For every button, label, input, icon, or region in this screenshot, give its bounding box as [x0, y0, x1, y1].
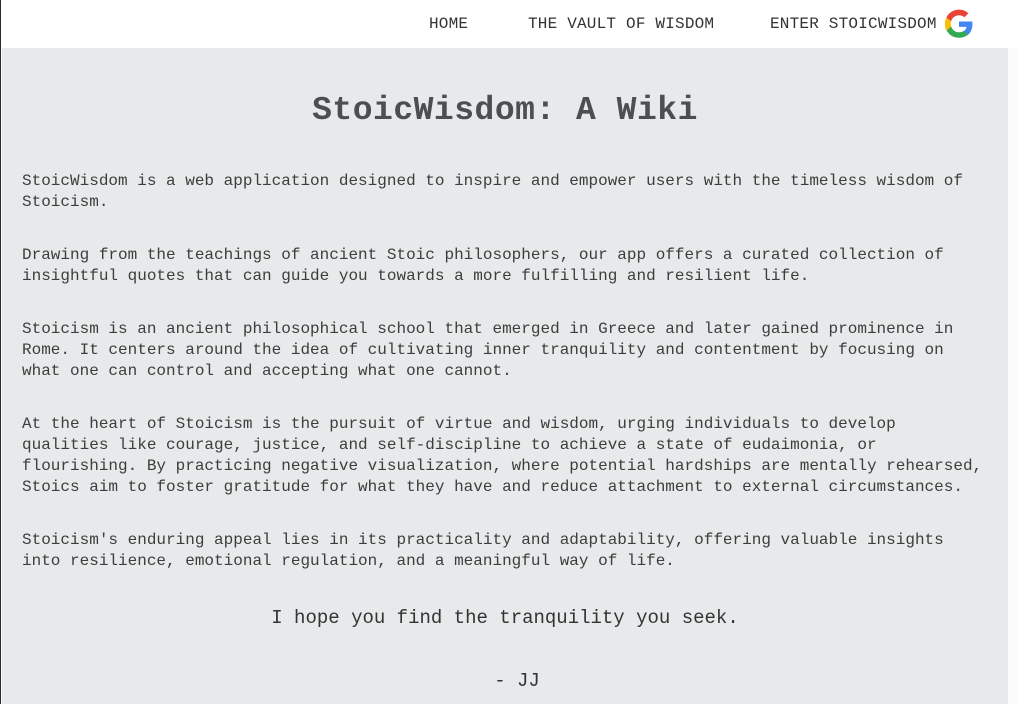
nav-enter-stoicwisdom-link[interactable]: ENTER STOICWISDOM	[770, 15, 937, 33]
teachings-paragraph: Drawing from the teachings of ancient St…	[22, 246, 944, 285]
nav-vault-of-wisdom-link[interactable]: THE VAULT OF WISDOM	[528, 15, 714, 33]
page-title: StoicWisdom: A Wiki	[312, 92, 698, 129]
appeal-paragraph: Stoicism's enduring appeal lies in its p…	[22, 531, 944, 570]
main-content: StoicWisdom: A Wiki StoicWisdom is a web…	[2, 48, 1008, 704]
app-window: HOME THE VAULT OF WISDOM ENTER STOICWISD…	[0, 0, 1018, 704]
scrollbar-track[interactable]	[1008, 48, 1018, 704]
nav-home-link[interactable]: HOME	[429, 15, 468, 33]
google-icon[interactable]	[944, 9, 974, 39]
history-paragraph: Stoicism is an ancient philosophical sch…	[22, 320, 954, 380]
author-signature: - JJ	[494, 670, 540, 692]
virtue-paragraph: At the heart of Stoicism is the pursuit …	[22, 415, 983, 496]
closing-message: I hope you find the tranquility you seek…	[271, 607, 739, 629]
top-navbar: HOME THE VAULT OF WISDOM ENTER STOICWISD…	[2, 0, 1018, 48]
intro-paragraph: StoicWisdom is a web application designe…	[22, 172, 963, 211]
